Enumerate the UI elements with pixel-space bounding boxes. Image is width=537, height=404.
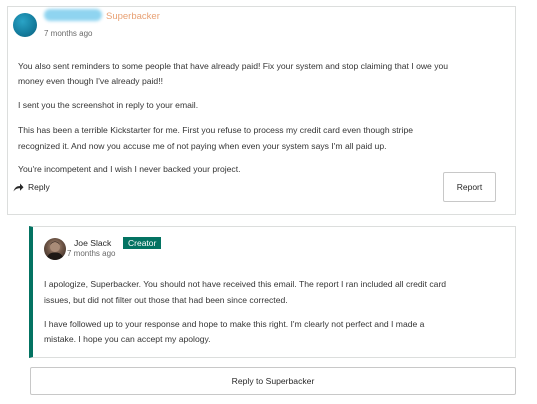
comment-paragraph-line: recognized it. And now you accuse me of … [18,141,387,151]
reply-timestamp: 7 months ago [67,249,116,258]
comment-paragraph-line: money even though I've already paid!! [18,76,163,86]
reply-paragraph-line: mistake. I hope you can accept my apolog… [44,334,211,344]
reply-link[interactable]: Reply [13,182,50,192]
reply-to-superbacker-button[interactable]: Reply to Superbacker [30,367,516,395]
creator-name[interactable]: Joe Slack [74,238,111,248]
reply-paragraph-line: issues, but did not filter out those tha… [44,295,288,305]
creator-avatar[interactable] [44,238,66,260]
superbacker-badge: Superbacker [106,11,160,22]
reply-paragraph-line: I apologize, Superbacker. You should not… [44,279,447,289]
creator-photo-icon [46,241,64,260]
comment-paragraph-line: I sent you the screenshot in reply to yo… [18,100,199,110]
creator-badge: Creator [123,237,162,249]
backer-avatar[interactable] [13,13,37,37]
reply-arrow-icon [13,183,24,192]
redacted-username [44,9,102,21]
comment-paragraph-line: You're incompetent and I wish I never ba… [18,164,241,174]
reply-label: Reply [28,182,50,192]
report-button[interactable]: Report [443,172,496,202]
comment-paragraph-line: This has been a terrible Kickstarter for… [18,125,414,135]
comment-timestamp: 7 months ago [44,29,93,38]
